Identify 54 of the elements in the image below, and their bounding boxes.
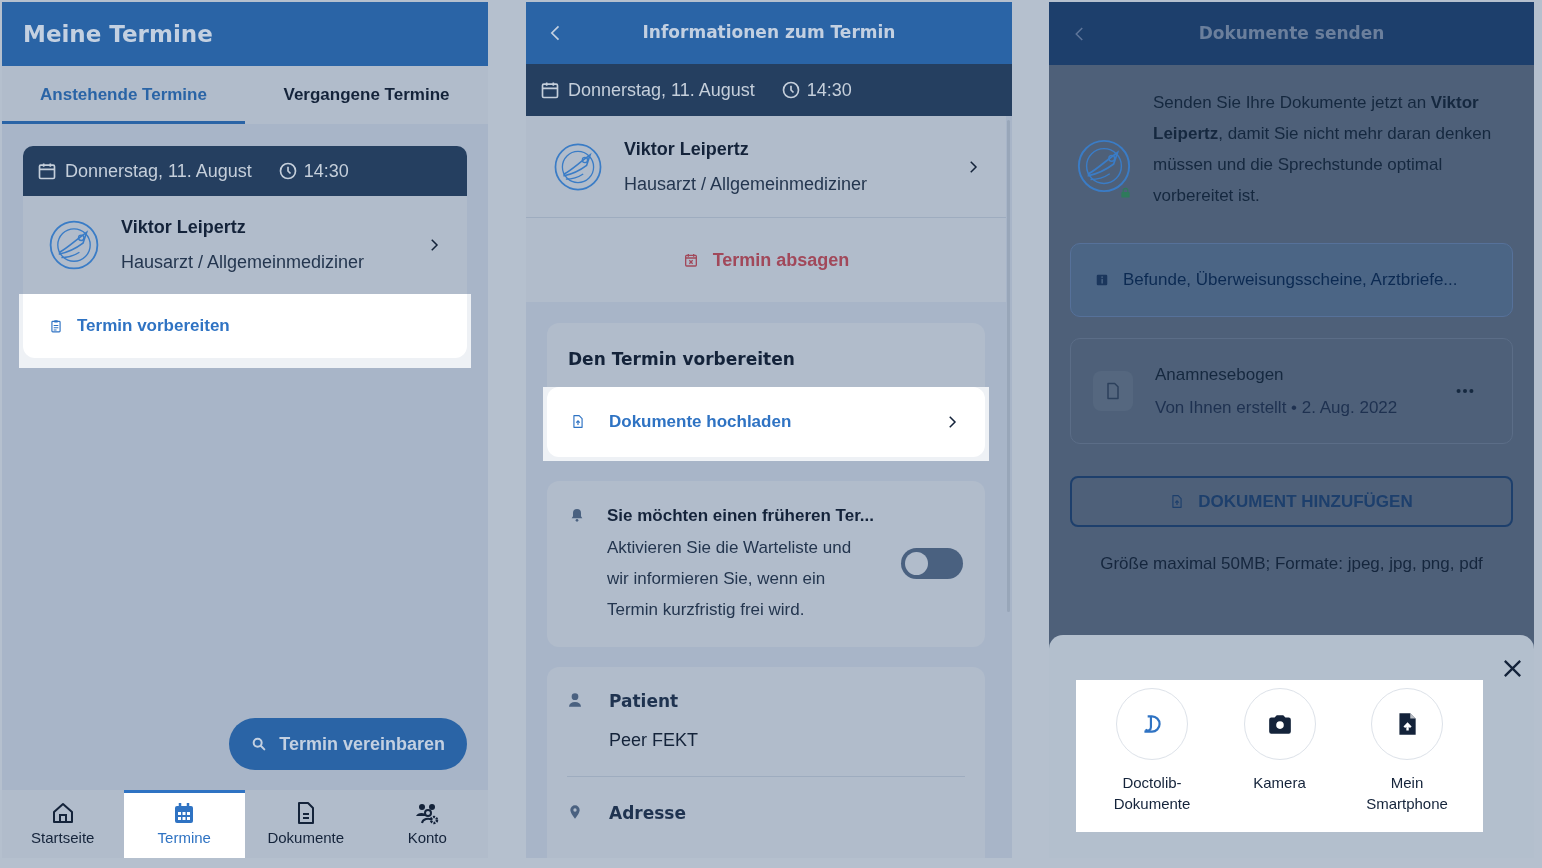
book-appointment-button[interactable]: Termin vereinbaren [229, 718, 467, 770]
nav-item[interactable]: Startseite [2, 790, 124, 858]
intro-text: Senden Sie Ihre Dokumente jetzt an Viktor Leipertz, damit Sie nicht mehr daran denken müssen und die Sprechstunde optimal vorbereitet ist. [1153, 92, 1493, 207]
doctor-name: Viktor Leipertz [121, 216, 247, 239]
person-icon [567, 691, 583, 709]
appointment-date: Donnerstag, 11. August [568, 78, 755, 102]
info-label: Adresse [609, 801, 686, 825]
search-icon [251, 736, 268, 752]
doctor-row[interactable]: Viktor Leipertz Hausarzt / Allgemeinmediziner [526, 116, 1006, 218]
waitlist-text: Aktivieren Sie die Warteliste und wir informieren Sie, wenn ein Termin kurzfristig frei wird. [607, 537, 853, 621]
info-icon [1095, 273, 1109, 287]
nav-item[interactable]: Dokumente [245, 790, 367, 858]
card-title: Den Termin vorbereiten [567, 348, 796, 371]
doctor-specialty: Hausarzt / Allgemeinmediziner [121, 251, 366, 274]
upload-option[interactable]: Doctolib-Dokumente [1097, 688, 1207, 832]
doctor-row[interactable]: Viktor Leipertz Hausarzt / Allgemeinmediziner [23, 196, 467, 294]
info-label: Patient [609, 690, 680, 713]
bell-icon [569, 506, 585, 523]
appointment-time: 14:30 [303, 159, 349, 183]
clock-icon [780, 80, 801, 100]
tab[interactable]: Vergangene Termine [245, 66, 488, 124]
calendar-icon [37, 161, 57, 181]
lock-icon [1120, 187, 1131, 199]
info-value: Peer FEKT [609, 728, 699, 752]
format-hint: Größe maximal 50MB; Formate: jpeg, jpg, png, pdf [1099, 553, 1484, 575]
document-name: Anamnesebogen [1155, 363, 1285, 386]
info-text: Befunde, Überweisungsscheine, Arztbriefe... [1123, 269, 1458, 292]
clipboard-icon [49, 318, 63, 334]
doctor-specialty: Hausarzt / Allgemeinmediziner [624, 172, 869, 196]
calendar-x-icon [682, 251, 699, 269]
screen-title: Dokumente senden [1197, 21, 1386, 45]
home-icon [50, 801, 75, 826]
upload-documents-button[interactable]: Dokumente hochladen [547, 386, 985, 457]
rocket-badge-icon [1075, 137, 1133, 195]
waitlist-title: Sie möchten einen früheren Ter... [607, 504, 876, 527]
screen-title: Informationen zum Termin [641, 21, 897, 45]
nav-item[interactable]: Konto [366, 790, 488, 858]
location-pin-icon [567, 802, 583, 821]
prepare-appointment-button[interactable]: Termin vorbereiten [23, 294, 467, 358]
clock-icon [277, 161, 298, 181]
upload-option[interactable]: Mein Smartphone [1352, 688, 1462, 832]
doctor-name: Viktor Leipertz [624, 137, 750, 161]
people-icon [415, 801, 440, 826]
upload-option[interactable]: Kamera [1224, 688, 1335, 832]
appointment-time: 14:30 [806, 78, 852, 102]
appointment-date: Donnerstag, 11. August [65, 159, 252, 183]
calendar-icon [540, 80, 560, 100]
close-icon[interactable] [1501, 657, 1524, 680]
waitlist-toggle[interactable] [901, 548, 963, 580]
file-upload-icon [571, 413, 585, 430]
screen-title: Meine Termine [23, 19, 213, 49]
rocket-badge-icon [47, 218, 101, 272]
nav-item[interactable]: Termine [123, 790, 245, 858]
file-upload-icon [1170, 493, 1185, 510]
